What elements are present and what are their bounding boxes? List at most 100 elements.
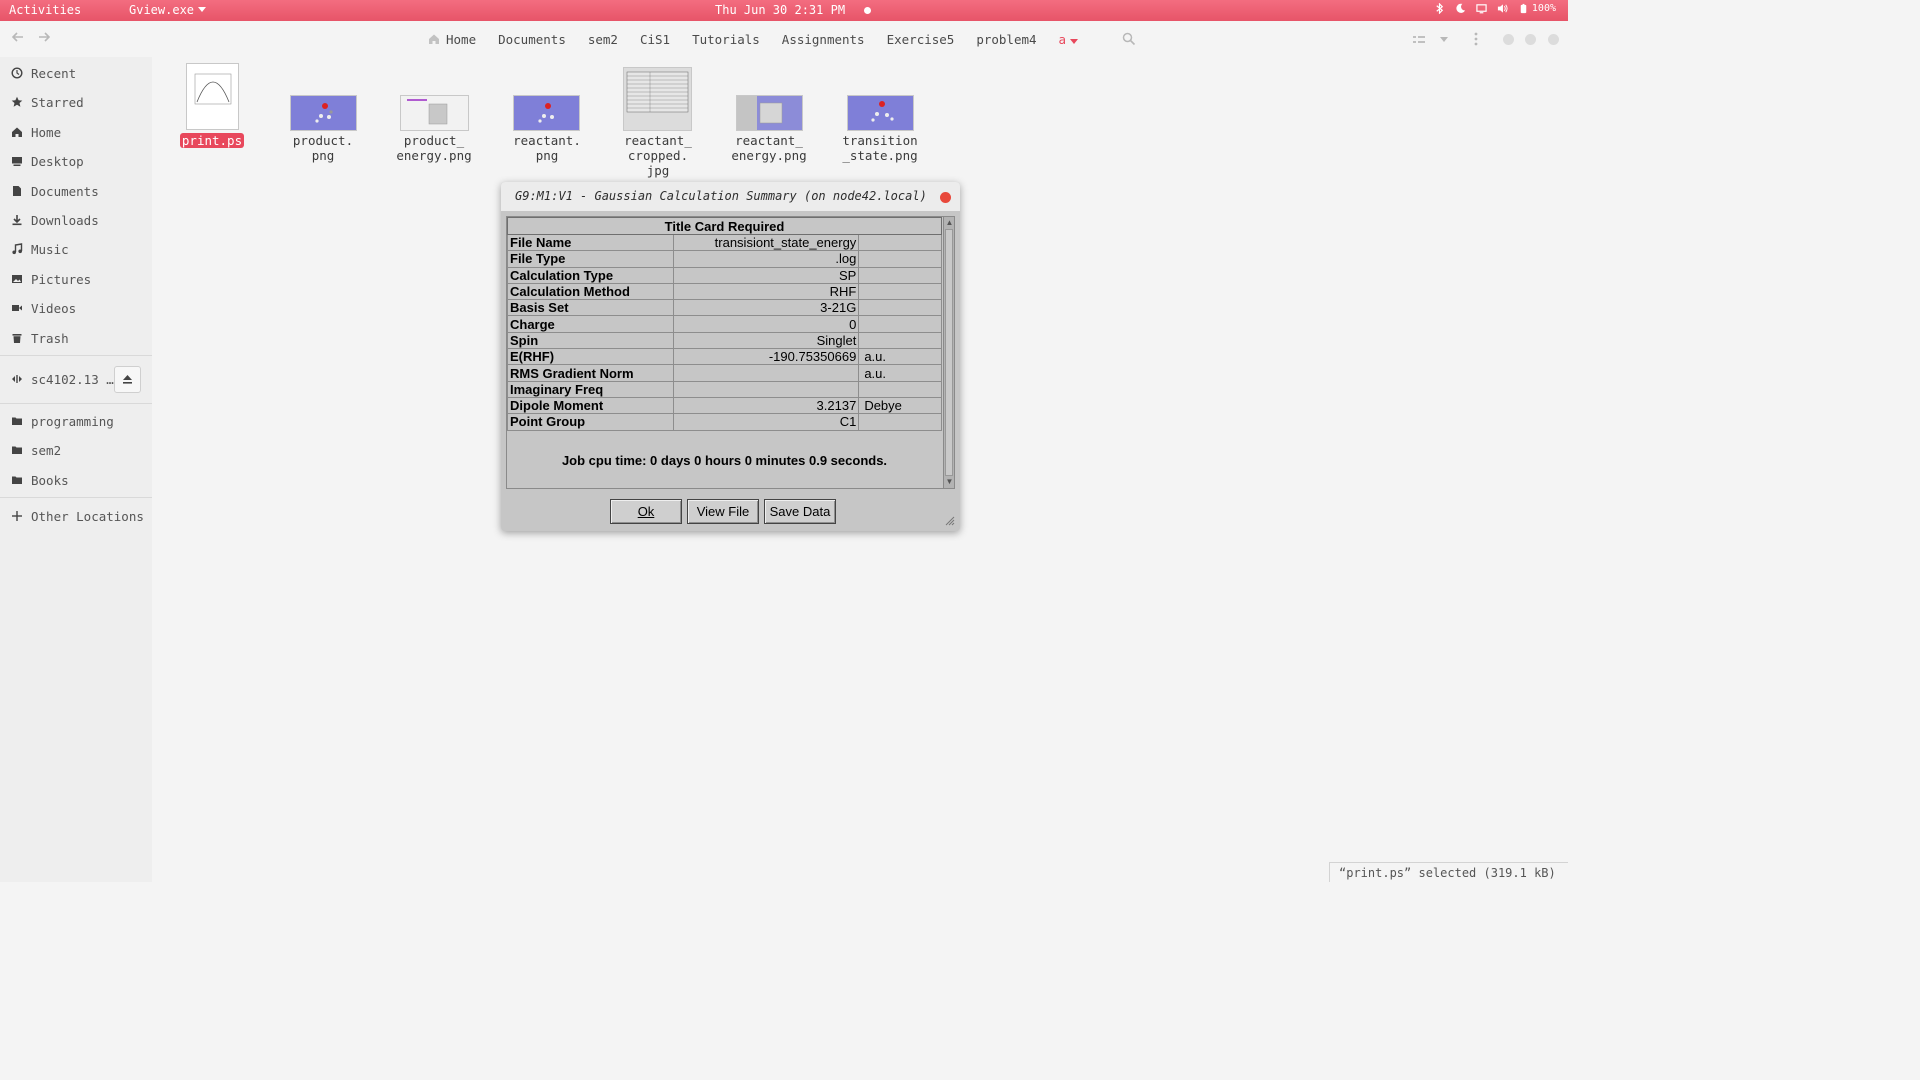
view-options-button[interactable]	[1412, 32, 1426, 46]
app-menu[interactable]: Gview.exe	[129, 3, 207, 17]
sidebar-item-other-locations[interactable]: Other Locations	[0, 502, 152, 530]
file-item[interactable]: print.ps	[162, 133, 262, 148]
breadcrumb-assignments[interactable]: Assignments	[771, 32, 876, 47]
eject-button[interactable]	[114, 366, 141, 393]
row-unit: Debye	[858, 396, 942, 415]
view-file-button[interactable]: View File	[687, 499, 759, 524]
breadcrumb-problem4[interactable]: problem4	[965, 32, 1047, 47]
table-header-row: Title Card Required	[507, 217, 942, 235]
dialog-close-button[interactable]	[940, 192, 951, 203]
bluetooth-icon	[1434, 3, 1445, 14]
battery-label: 100%	[1531, 3, 1556, 14]
sidebar-item-pictures[interactable]: Pictures	[0, 265, 152, 293]
file-label: product. png	[292, 133, 354, 163]
sidebar-item-label: Music	[31, 241, 69, 257]
file-item[interactable]: product. png	[273, 133, 373, 163]
molecule-preview-icon	[871, 101, 894, 122]
scrollbar-thumb[interactable]	[945, 229, 953, 476]
table-row: RMS Gradient Norm a.u.	[507, 364, 942, 382]
minimize-button[interactable]	[1503, 34, 1514, 45]
sidebar-item-trash[interactable]: Trash	[0, 324, 152, 352]
clock[interactable]: Thu Jun 30 2:31 PM	[715, 3, 845, 17]
scroll-up-arrow-icon[interactable]: ▲	[945, 218, 954, 228]
search-button[interactable]	[1122, 31, 1138, 47]
picture-icon	[12, 275, 22, 283]
row-unit: a.u.	[858, 364, 942, 382]
folder-icon	[12, 417, 22, 425]
back-button[interactable]	[8, 29, 28, 49]
save-data-button[interactable]: Save Data	[764, 499, 836, 524]
row-value	[672, 380, 860, 398]
sidebar-item-label: Desktop	[31, 153, 84, 169]
breadcrumb-current[interactable]: a	[1048, 32, 1090, 47]
forward-button[interactable]	[34, 29, 54, 49]
chevron-down-icon	[198, 7, 207, 12]
breadcrumb-cis1[interactable]: CiS1	[629, 32, 681, 47]
cpu-time-text: Job cpu time: 0 days 0 hours 0 minutes 0…	[561, 453, 888, 468]
file-item[interactable]: transition _state.png	[830, 133, 930, 163]
row-value: Singlet	[672, 331, 860, 350]
file-thumbnail-png[interactable]	[513, 95, 580, 131]
sidebar-item-desktop[interactable]: Desktop	[0, 147, 152, 175]
breadcrumb-tutorials[interactable]: Tutorials	[681, 32, 771, 47]
row-value: C1	[672, 413, 860, 431]
row-unit	[858, 315, 942, 333]
file-thumbnail-png[interactable]	[290, 95, 357, 131]
table-row: Spin Singlet	[507, 331, 942, 350]
sidebar-item-music[interactable]: Music	[0, 235, 152, 263]
file-item[interactable]: reactant_ energy.png	[719, 133, 819, 163]
row-value: transisiont_state_energy	[672, 233, 860, 252]
sidebar-item-documents[interactable]: Documents	[0, 177, 152, 205]
ok-button-label: Ok	[637, 504, 655, 519]
chevron-down-icon[interactable]	[1440, 37, 1448, 42]
sidebar-item-books[interactable]: Books	[0, 466, 152, 494]
sidebar-item-videos[interactable]: Videos	[0, 294, 152, 322]
breadcrumb-documents[interactable]: Documents	[487, 32, 577, 47]
breadcrumb-exercise5[interactable]: Exercise5	[876, 32, 966, 47]
dialog-titlebar[interactable]: G9:M1:V1 - Gaussian Calculation Summary …	[501, 182, 960, 211]
sidebar-item-recent[interactable]: Recent	[0, 59, 152, 87]
row-key: Basis Set	[507, 299, 674, 317]
scroll-down-arrow-icon[interactable]: ▼	[945, 477, 954, 487]
file-thumbnail-jpg[interactable]	[623, 67, 692, 131]
menu-button[interactable]	[1472, 30, 1480, 48]
file-item[interactable]: reactant_ cropped. jpg	[608, 133, 708, 178]
sidebar-item-home[interactable]: Home	[0, 118, 152, 146]
sidebar-item-starred[interactable]: Starred	[0, 88, 152, 116]
resize-grip-icon[interactable]	[945, 516, 955, 526]
row-unit	[858, 250, 942, 268]
file-thumbnail-png[interactable]	[847, 95, 914, 131]
dialog-scrollbar[interactable]: ▲ ▼	[943, 217, 954, 488]
maximize-button[interactable]	[1525, 34, 1536, 45]
sidebar-item-downloads[interactable]: Downloads	[0, 206, 152, 234]
battery-indicator: 100%	[1518, 3, 1556, 14]
header-bar: Home Documents sem2 CiS1 Tutorials Assig…	[0, 21, 1568, 57]
row-unit	[858, 380, 942, 398]
file-label: print.ps	[179, 133, 245, 148]
file-item[interactable]: reactant. png	[497, 133, 597, 163]
system-tray[interactable]: 100%	[1434, 3, 1556, 14]
sidebar-item-programming[interactable]: programming	[0, 407, 152, 435]
screenshot-preview-icon	[407, 99, 448, 125]
file-thumbnail-png[interactable]	[736, 95, 803, 131]
table-preview-icon	[626, 71, 689, 113]
close-button[interactable]	[1548, 34, 1559, 45]
row-value: -190.75350669	[672, 348, 860, 366]
file-thumbnail-png[interactable]	[400, 95, 469, 131]
row-key: File Type	[507, 250, 674, 268]
file-thumbnail-ps[interactable]	[186, 63, 239, 130]
desktop-icon	[12, 157, 22, 166]
activities-button[interactable]: Activities	[9, 3, 81, 17]
download-icon	[12, 215, 22, 226]
view-file-button-label: View File	[696, 504, 750, 519]
sidebar-item-sem2[interactable]: sem2	[0, 436, 152, 464]
sidebar-item-label: Other Locations	[31, 508, 144, 524]
sidebar-item-label: sem2	[31, 442, 62, 458]
row-key: Dipole Moment	[507, 396, 674, 415]
ok-button[interactable]: Ok	[610, 499, 682, 524]
breadcrumb-sem2[interactable]: sem2	[577, 32, 629, 47]
file-item[interactable]: product_ energy.png	[384, 133, 484, 163]
file-label: product_ energy.png	[396, 133, 472, 163]
breadcrumb-home[interactable]: Home	[428, 32, 487, 47]
summary-panel: Title Card Required File Name transisiont…	[506, 216, 955, 489]
